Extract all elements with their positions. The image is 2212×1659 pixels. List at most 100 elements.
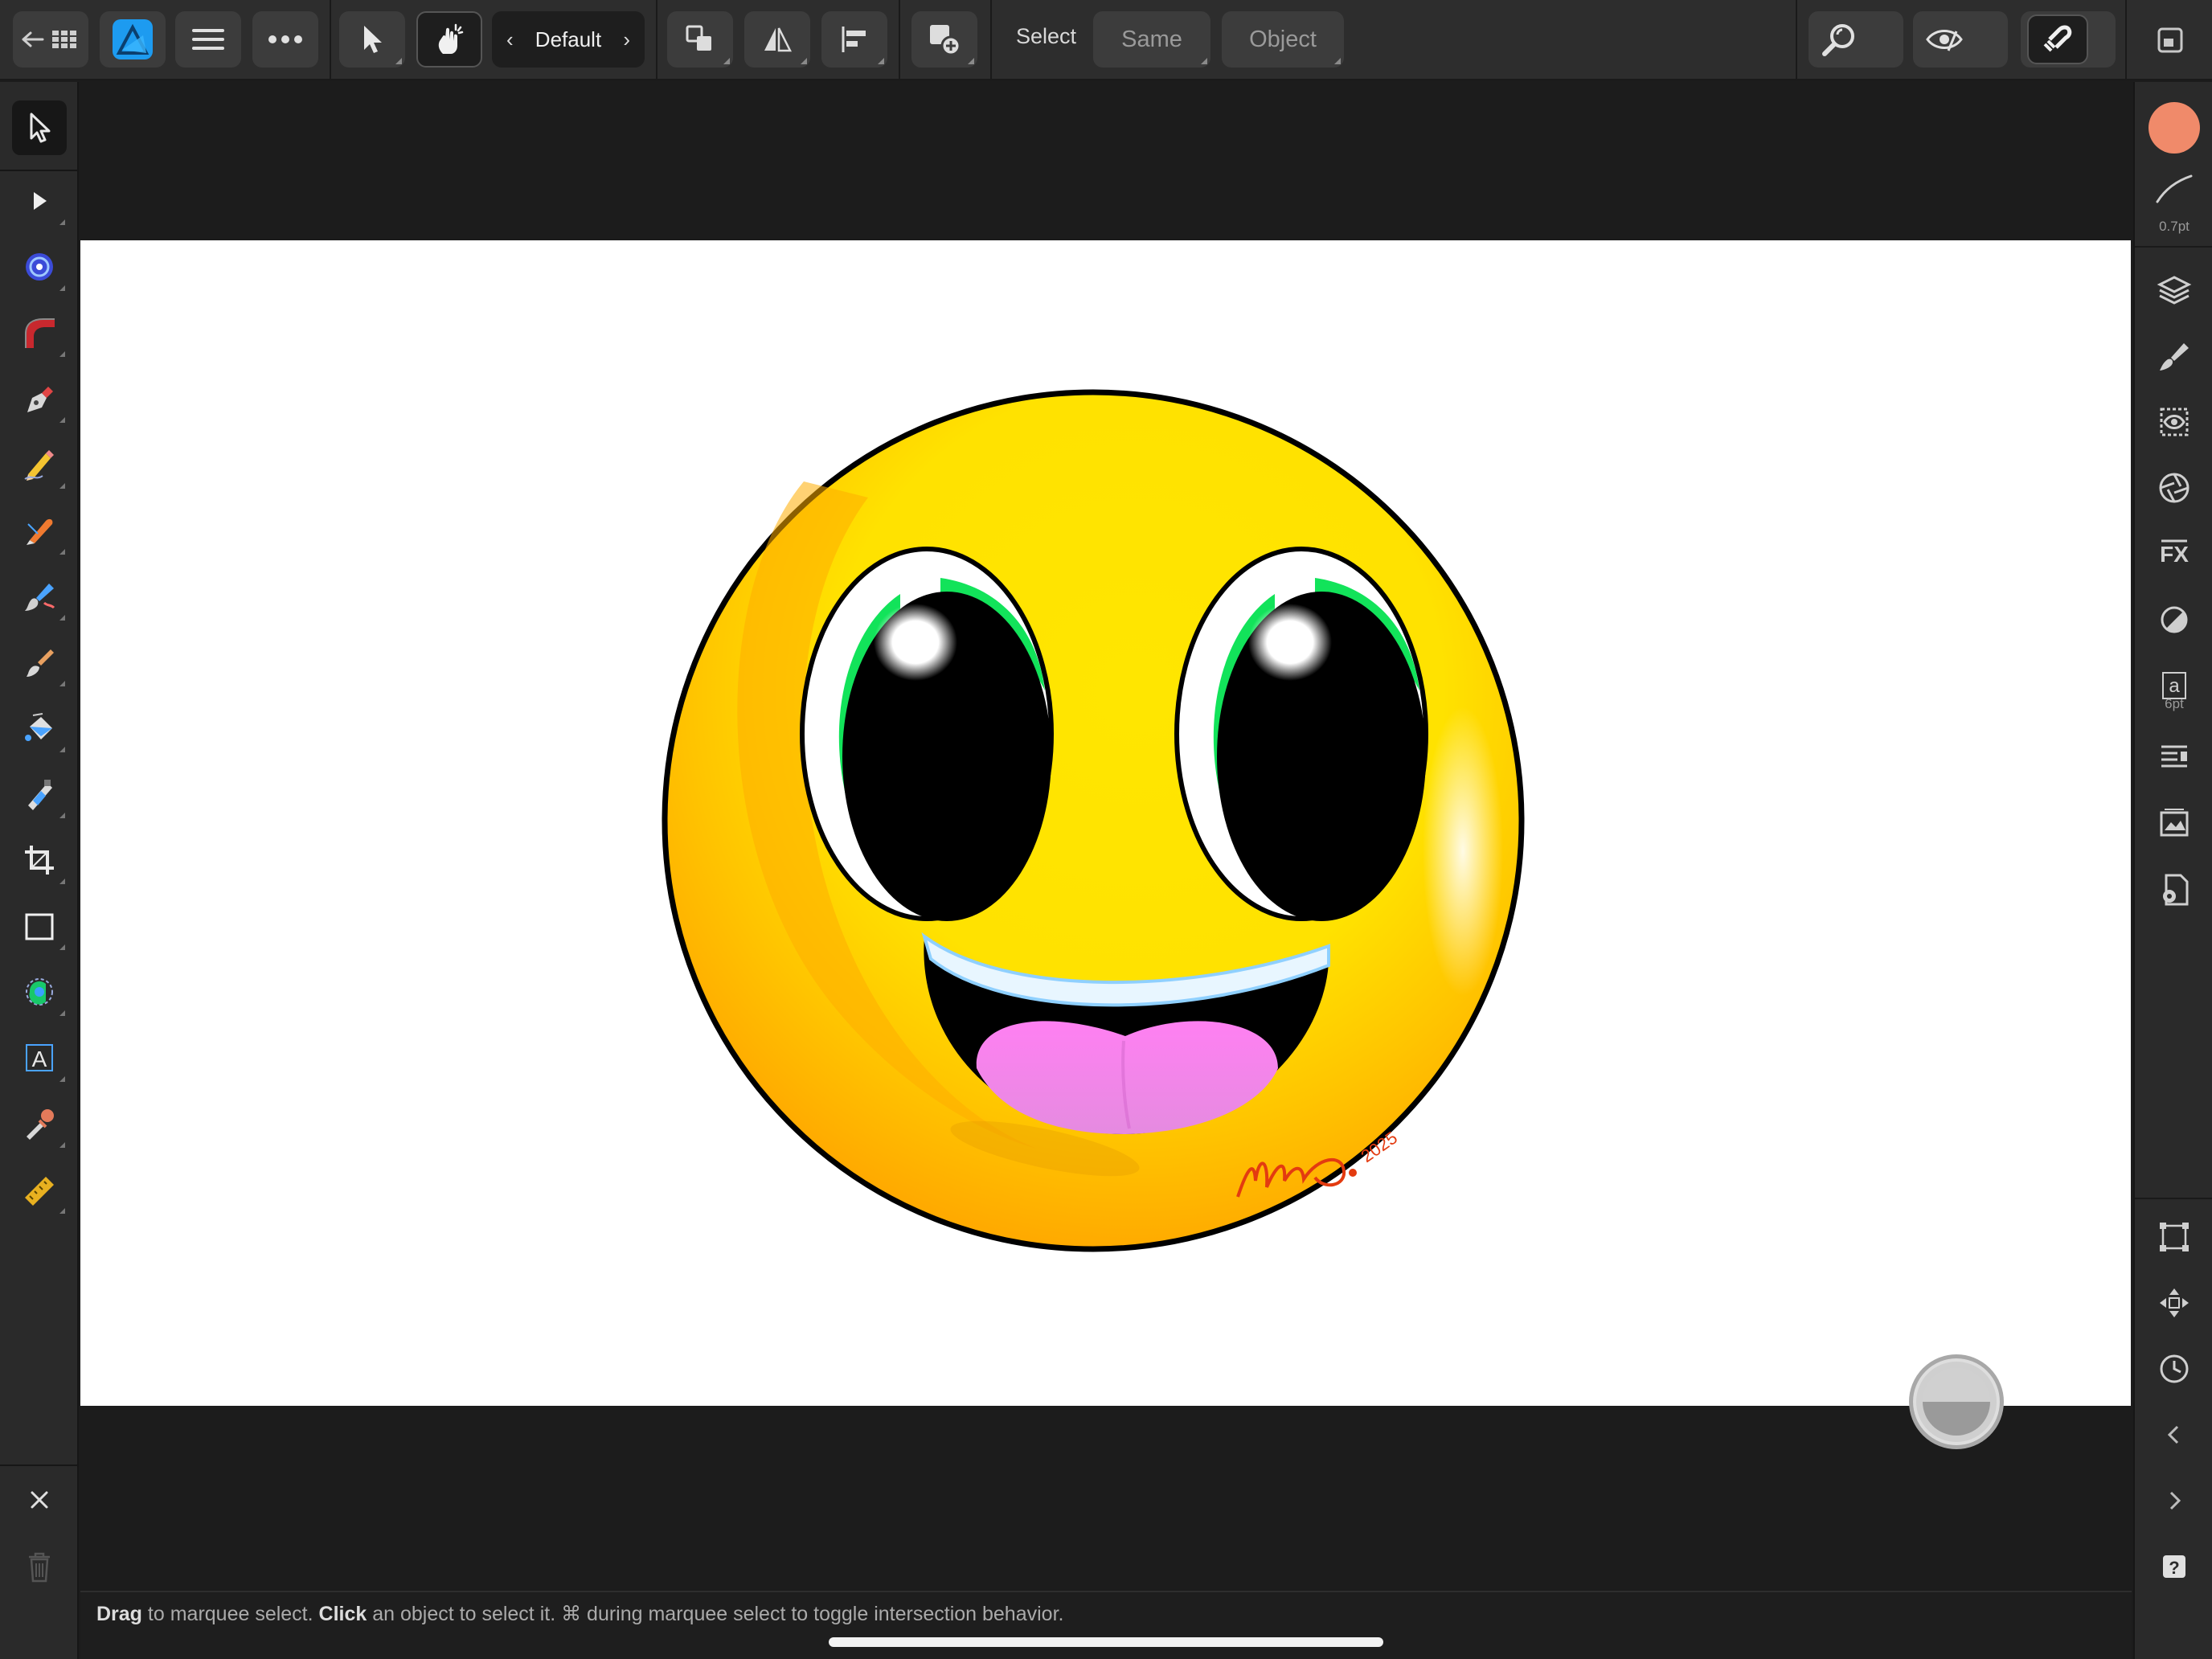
more-icon <box>268 35 302 43</box>
navigator-button[interactable] <box>2151 1280 2198 1326</box>
pencil-icon <box>24 450 54 481</box>
transform-button[interactable] <box>2151 1214 2198 1260</box>
node-tool[interactable] <box>12 174 67 228</box>
adjustments-button[interactable] <box>2151 596 2198 643</box>
crop-icon <box>25 846 54 875</box>
view-mode-button[interactable] <box>1913 11 2008 68</box>
ruler-icon <box>25 1177 54 1206</box>
face-right-highlight <box>1423 707 1503 996</box>
help-button[interactable]: ? <box>2151 1543 2198 1590</box>
node-arrow-icon <box>34 192 47 210</box>
snapping-toggle[interactable] <box>2027 14 2088 64</box>
gradient-tool[interactable] <box>12 767 67 821</box>
prev-arrow-icon[interactable]: ‹ <box>506 27 514 52</box>
vector-brush-tool[interactable] <box>12 503 67 558</box>
top-toolbar: ‹ Default › Select Same Object <box>0 0 2212 80</box>
eyedropper-icon <box>27 1109 54 1140</box>
adjustments-icon <box>2161 606 2188 633</box>
touch-gesture-button[interactable] <box>416 11 482 68</box>
home-button[interactable] <box>13 11 88 68</box>
brushes-button[interactable] <box>2151 333 2198 379</box>
appearance-button[interactable] <box>2151 399 2198 445</box>
shape-builder-tool[interactable] <box>12 965 67 1019</box>
more-button[interactable] <box>252 11 318 68</box>
flip-button[interactable] <box>744 11 810 68</box>
hint-drag: Drag <box>96 1603 142 1625</box>
zoom-button[interactable] <box>1809 11 1903 68</box>
move-tool[interactable] <box>12 100 67 155</box>
fullscreen-icon <box>2157 27 2183 53</box>
fill-tool[interactable] <box>12 701 67 756</box>
left-eye <box>800 547 1054 921</box>
toolbar-separator <box>899 0 900 80</box>
back-grid-icon <box>22 31 76 48</box>
collapse-left-button[interactable] <box>2151 1411 2198 1458</box>
collapse-right-button[interactable] <box>2151 1477 2198 1524</box>
point-transform-tool[interactable] <box>12 240 67 294</box>
rectangle-icon <box>25 913 54 940</box>
quick-action-button-face <box>1923 1368 1990 1436</box>
designer-persona-button[interactable] <box>100 11 166 68</box>
snapping-button[interactable] <box>2021 11 2116 68</box>
preset-selector[interactable]: ‹ Default › <box>492 11 645 68</box>
menu-icon <box>192 29 224 50</box>
select-object-label: Object <box>1249 26 1317 52</box>
artboard[interactable]: 2025 <box>80 240 2131 1406</box>
flip-icon <box>764 27 793 52</box>
stock-icon <box>2159 473 2189 503</box>
artistic-text-tool[interactable]: A <box>12 1030 67 1085</box>
stroke-button[interactable] <box>2151 166 2198 212</box>
pixel-brush-tool[interactable] <box>12 635 67 690</box>
zoom-icon <box>1822 24 1854 56</box>
select-same-button[interactable]: Same <box>1093 11 1210 68</box>
text-frame-icon: A <box>26 1044 53 1071</box>
preset-name: Default <box>535 27 602 51</box>
close-button[interactable] <box>12 1473 67 1527</box>
pen-tool[interactable] <box>12 371 67 426</box>
pencil-tool[interactable] <box>12 437 67 492</box>
tools-panel: A <box>0 82 79 1659</box>
menu-button[interactable] <box>175 11 241 68</box>
paint-bucket-icon <box>25 713 52 741</box>
arrange-button[interactable] <box>667 11 733 68</box>
toolbar-separator <box>656 0 657 80</box>
fx-icon: FX <box>2160 539 2189 567</box>
boolean-add-button[interactable] <box>911 11 977 68</box>
stroke-width-label: 0.7pt <box>2159 219 2189 234</box>
fill-color-swatch[interactable] <box>2149 102 2200 154</box>
color-picker-tool[interactable] <box>12 1096 67 1151</box>
corner-tool[interactable] <box>12 305 67 360</box>
select-object-button[interactable]: Object <box>1222 11 1344 68</box>
layers-button[interactable] <box>2151 267 2198 313</box>
vector-brush-icon <box>27 518 53 545</box>
assets-button[interactable] <box>2151 801 2198 847</box>
svg-text:a: a <box>2169 675 2180 697</box>
measure-tool[interactable] <box>12 1162 67 1217</box>
touch-gesture-icon <box>438 23 464 54</box>
document-settings-button[interactable] <box>2151 866 2198 913</box>
hint-drag-text: to marquee select. <box>141 1603 319 1625</box>
align-button[interactable] <box>821 11 887 68</box>
pen-nib-icon <box>27 387 53 412</box>
fullscreen-button[interactable] <box>2154 24 2186 56</box>
next-arrow-icon[interactable]: › <box>623 27 630 52</box>
history-button[interactable] <box>2151 1346 2198 1392</box>
history-icon <box>2160 1354 2189 1383</box>
crop-tool[interactable] <box>12 833 67 887</box>
context-hint-text: Drag to marquee select. Click an object … <box>96 1602 1063 1626</box>
rectangle-tool[interactable] <box>12 899 67 953</box>
help-icon: ? <box>2163 1555 2185 1578</box>
move-tool-button[interactable] <box>339 11 405 68</box>
smiley-artwork[interactable]: 2025 <box>80 240 2131 1406</box>
quick-action-button[interactable] <box>1909 1354 2004 1449</box>
paragraph-button[interactable] <box>2151 735 2198 781</box>
effects-button[interactable]: FX <box>2151 530 2198 577</box>
home-indicator[interactable] <box>829 1637 1383 1647</box>
collapse-right-icon <box>2169 1491 2181 1510</box>
stock-button[interactable] <box>2151 465 2198 511</box>
collapse-left-icon <box>2167 1425 2179 1444</box>
delete-button[interactable] <box>12 1540 67 1595</box>
toolbar-separator <box>2125 0 2127 80</box>
paint-brush-tool[interactable] <box>12 569 67 624</box>
trash-icon <box>29 1552 50 1583</box>
